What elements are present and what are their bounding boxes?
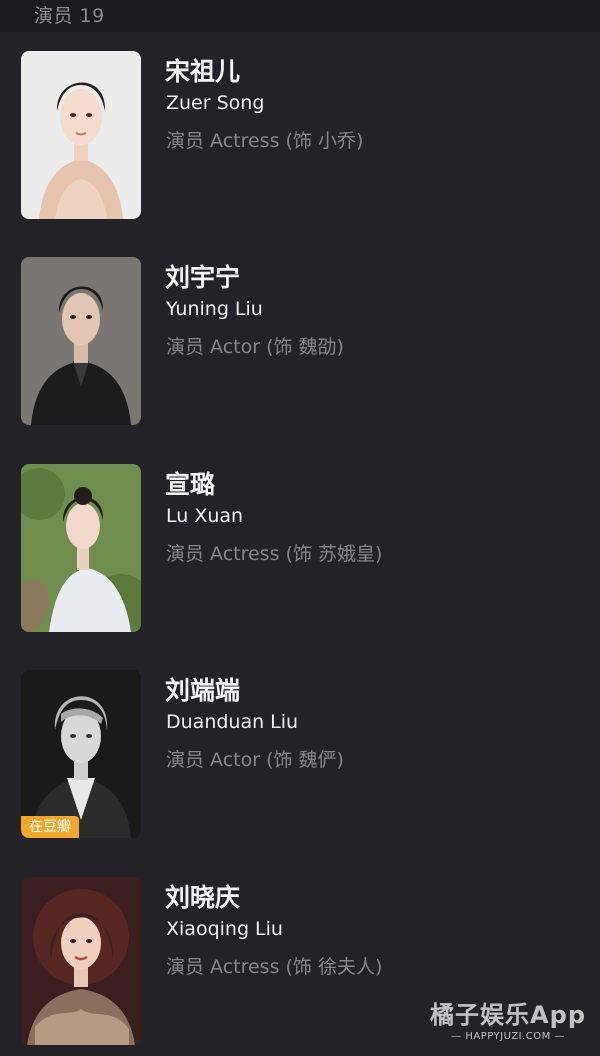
cast-name-cn[interactable]: 刘宇宁 bbox=[165, 258, 240, 294]
cast-item[interactable]: 在豆瓣 刘端端 Duanduan Liu 演员 Actor (饰 魏俨) bbox=[0, 651, 600, 841]
cast-name-en: Xiaoqing Liu bbox=[166, 918, 283, 940]
cast-photo[interactable]: 在豆瓣 bbox=[21, 670, 141, 838]
cast-name-en: Zuer Song bbox=[166, 92, 265, 114]
cast-name-cn[interactable]: 宋祖儿 bbox=[165, 52, 240, 88]
watermark-logo: 橘子娱乐App bbox=[430, 1001, 586, 1029]
cast-role: 演员 Actor (饰 魏劭) bbox=[166, 336, 344, 358]
cast-item[interactable]: 刘宇宁 Yuning Liu 演员 Actor (饰 魏劭) bbox=[0, 238, 600, 428]
cast-name-cn[interactable]: 宣璐 bbox=[165, 465, 215, 501]
cast-item[interactable]: 宣璐 Lu Xuan 演员 Actress (饰 苏娥皇) bbox=[0, 445, 600, 635]
cast-role: 演员 Actress (饰 小乔) bbox=[166, 130, 364, 152]
section-title: 演员 19 bbox=[34, 5, 105, 27]
cast-photo[interactable] bbox=[21, 51, 141, 219]
watermark: 橘子娱乐App — HAPPYJUZI.COM — bbox=[430, 995, 586, 1042]
cast-name-en: Yuning Liu bbox=[166, 298, 263, 320]
cast-name-cn[interactable]: 刘晓庆 bbox=[165, 878, 240, 914]
cast-name-en: Duanduan Liu bbox=[166, 711, 299, 733]
cast-name-en: Lu Xuan bbox=[166, 505, 244, 527]
cast-photo[interactable] bbox=[21, 257, 141, 425]
cast-item[interactable]: 宋祖儿 Zuer Song 演员 Actress (饰 小乔) bbox=[0, 32, 600, 222]
watermark-url: — HAPPYJUZI.COM — bbox=[451, 1031, 565, 1042]
cast-role: 演员 Actress (饰 徐夫人) bbox=[166, 956, 383, 978]
cast-photo[interactable] bbox=[21, 877, 141, 1045]
section-header: 演员 19 bbox=[0, 0, 600, 32]
cast-photo[interactable] bbox=[21, 464, 141, 632]
cast-name-cn[interactable]: 刘端端 bbox=[165, 671, 240, 707]
cast-role: 演员 Actor (饰 魏俨) bbox=[166, 749, 344, 771]
douban-badge: 在豆瓣 bbox=[21, 816, 79, 838]
cast-role: 演员 Actress (饰 苏娥皇) bbox=[166, 543, 383, 565]
